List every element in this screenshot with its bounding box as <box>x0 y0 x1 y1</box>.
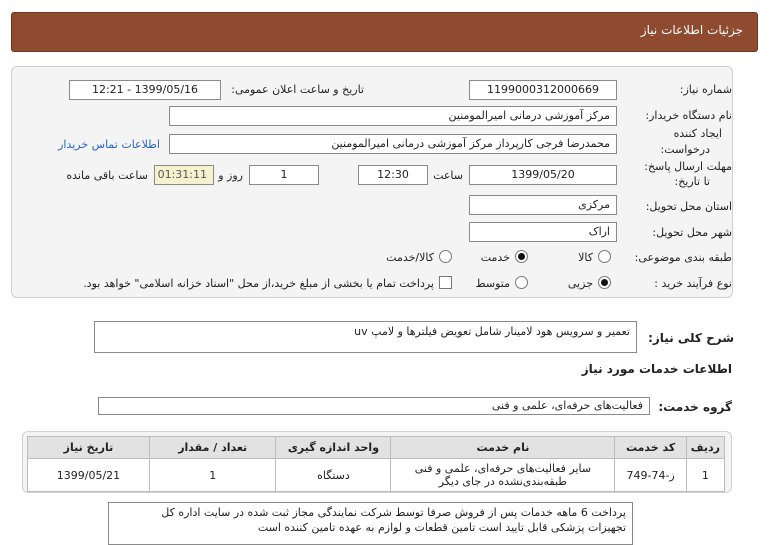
category-radio-goods-service[interactable] <box>439 250 452 263</box>
deadline-time: 12:30 <box>358 165 428 185</box>
cell-need-date: 1399/05/21 <box>27 458 150 492</box>
service-group-value: فعالیت‌های حرفه‌ای، علمی و فنی <box>98 397 650 415</box>
header-need-date: تاریخ نیاز <box>27 436 150 459</box>
announce-date-label: تاریخ و ساعت اعلان عمومی: <box>231 83 364 96</box>
requester-label-1: ایجاد کننده <box>673 127 722 140</box>
process-radio-medium[interactable] <box>515 276 528 289</box>
services-section-title: اطلاعات خدمات مورد نیاز <box>581 362 732 376</box>
service-group-label: گروه خدمت: <box>658 400 732 414</box>
buyer-org-label: نام دستگاه خریدار: <box>645 109 732 122</box>
category-radio-service[interactable] <box>515 250 528 263</box>
header-quantity: تعداد / مقدار <box>148 436 277 459</box>
category-option-goods: کالا <box>578 251 593 264</box>
buyer-org-value: مرکز آموزشی درمانی امیرالمومنین <box>169 106 617 126</box>
cell-unit: دستگاه <box>275 458 392 492</box>
buyer-notes-line-2: تجهیزات پزشکی قابل تایید است تامین قطعات… <box>257 521 626 534</box>
requester-value: محمدرضا فرجی کارپرداز مرکز آموزشی درمانی… <box>169 134 617 154</box>
deadline-time-label: ساعت <box>433 169 463 182</box>
process-option-minor: جزیی <box>567 277 593 290</box>
need-number-label: شماره نیاز: <box>679 83 732 96</box>
summary-label: شرح کلی نیاز: <box>648 331 734 345</box>
need-number-value: 1199000312000669 <box>469 80 617 100</box>
buyer-contact-link[interactable]: اطلاعات تماس خریدار <box>58 138 160 151</box>
city-value: اراک <box>469 222 617 242</box>
treasury-payment-checkbox[interactable] <box>439 276 452 289</box>
category-radio-goods[interactable] <box>598 250 611 263</box>
header-service-name: نام خدمت <box>390 436 616 459</box>
services-table: ردیف کد خدمت نام خدمت واحد اندازه گیری ت… <box>27 436 726 492</box>
services-table-panel: ردیف کد خدمت نام خدمت واحد اندازه گیری ت… <box>22 431 732 493</box>
cell-row-number: 1 <box>685 458 726 492</box>
table-header-row: ردیف کد خدمت نام خدمت واحد اندازه گیری ت… <box>27 436 726 459</box>
treasury-payment-note: پرداخت تمام یا بخشی از مبلغ خرید،از محل … <box>83 277 434 290</box>
header-service-code: کد خدمت <box>614 436 687 459</box>
process-label: نوع فرآیند خرید : <box>654 277 732 290</box>
buyer-notes: پرداخت 6 ماهه خدمات پس از فروش صرفا توسط… <box>108 502 633 545</box>
remaining-label: ساعت باقی مانده <box>66 169 148 182</box>
deadline-label-1: مهلت ارسال پاسخ: <box>644 160 732 173</box>
header-row-number: ردیف <box>685 436 726 459</box>
deadline-days: 1 <box>249 165 319 185</box>
requester-label-2: درخواست: <box>660 143 710 156</box>
deadline-date: 1399/05/20 <box>469 165 617 185</box>
deadline-days-label: روز و <box>218 169 243 182</box>
buyer-notes-line-1: پرداخت 6 ماهه خدمات پس از فروش صرفا توسط… <box>161 506 626 519</box>
province-value: مرکزی <box>469 195 617 215</box>
cell-service-code: ز-74-749 <box>614 458 687 492</box>
cell-quantity: 1 <box>148 458 277 492</box>
province-label: استان محل تحویل: <box>645 200 732 213</box>
cell-service-name: سایر فعالیت‌های حرفه‌ای، علمی و فنی طبقه… <box>390 458 616 492</box>
category-label: طبقه بندی موضوعی: <box>634 251 732 264</box>
city-label: شهر محل تحویل: <box>652 226 732 239</box>
page-header: جزئیات اطلاعات نیاز <box>11 12 758 52</box>
remaining-timer: 01:31:11 <box>154 165 214 185</box>
summary-value: تعمیر و سرویس هود لامینار شامل تعویض فیل… <box>94 321 637 353</box>
category-option-goods-service: کالا/خدمت <box>386 251 434 264</box>
announce-date-value: 1399/05/16 - 12:21 <box>69 80 221 100</box>
table-row: 1 ز-74-749 سایر فعالیت‌های حرفه‌ای، علمی… <box>27 458 726 492</box>
process-option-medium: متوسط <box>475 277 510 290</box>
header-unit: واحد اندازه گیری <box>275 436 392 459</box>
page-title: جزئیات اطلاعات نیاز <box>640 23 743 37</box>
process-radio-minor[interactable] <box>598 276 611 289</box>
category-option-service: خدمت <box>480 251 510 264</box>
deadline-label-2: تا تاریخ: <box>674 175 710 188</box>
